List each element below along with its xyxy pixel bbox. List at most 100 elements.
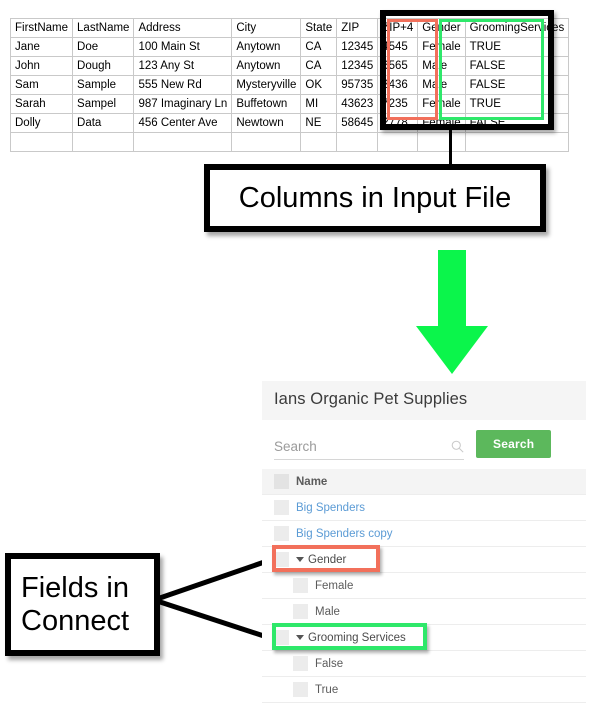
cell-city: Anytown	[231, 37, 302, 57]
cell-zip4: 2436	[377, 75, 419, 95]
cell-zip: 12345	[336, 56, 379, 76]
cell-state: CA	[300, 56, 338, 76]
cell-zip4: 2778	[377, 113, 419, 133]
cell-firstname: Sam	[9, 75, 74, 95]
cell-address: 123 Any St	[133, 56, 233, 76]
cell-address: 555 New Rd	[133, 75, 233, 95]
cell-groomingservices: FALSE	[464, 113, 570, 133]
cell-gender: Female	[417, 37, 466, 57]
row-checkbox[interactable]	[293, 578, 308, 593]
list-item-big-spenders-copy[interactable]: Big Spenders copy	[262, 521, 586, 547]
cell-gender: Male	[417, 56, 466, 76]
list-item-gender[interactable]: Gender	[262, 547, 586, 573]
search-icon	[451, 440, 464, 453]
cell-lastname: Sample	[72, 75, 135, 95]
field-list: Name Big Spenders Big Spenders copy Gend…	[262, 469, 586, 703]
cell-address: 987 Imaginary Ln	[133, 94, 233, 114]
callout-columns-in-input-file: Columns in Input File	[204, 164, 546, 232]
list-item-label[interactable]: Grooming Services	[308, 632, 406, 644]
cell-lastname: Sampel	[72, 94, 135, 114]
input-file-spreadsheet: FirstName LastName Address City State ZI…	[9, 18, 570, 152]
cell-empty	[417, 132, 466, 152]
cell-groomingservices: FALSE	[464, 56, 570, 76]
callout-fields-label-line1: Fields in	[21, 572, 129, 605]
search-field[interactable]	[274, 439, 464, 460]
row-checkbox[interactable]	[274, 500, 289, 515]
table-row: John Dough 123 Any St Anytown CA 12345 6…	[9, 56, 570, 76]
chevron-down-icon[interactable]	[296, 635, 304, 640]
field-list-header-row: Name	[262, 469, 586, 495]
column-header-firstname: FirstName	[9, 18, 74, 38]
callout-columns-label: Columns in Input File	[238, 181, 512, 214]
cell-groomingservices: TRUE	[464, 37, 570, 57]
cell-empty	[133, 132, 233, 152]
table-row: Sarah Sampel 987 Imaginary Ln Buffetown …	[9, 94, 570, 114]
cell-empty	[300, 132, 338, 152]
list-item-grooming-services[interactable]: Grooming Services	[262, 625, 586, 651]
list-item-label[interactable]: True	[315, 684, 338, 696]
list-item-label[interactable]: Male	[315, 606, 340, 618]
down-arrow-icon	[416, 250, 488, 374]
table-header-row: FirstName LastName Address City State ZI…	[9, 18, 570, 38]
cell-empty	[377, 132, 419, 152]
search-button[interactable]: Search	[476, 430, 552, 458]
connect-app-panel: Ians Organic Pet Supplies Search Name Bi…	[262, 381, 586, 703]
row-checkbox[interactable]	[274, 630, 289, 645]
cell-state: MI	[300, 94, 338, 114]
callout-fields-in-connect: Fields in Connect	[5, 553, 160, 656]
cell-firstname: Sarah	[9, 94, 74, 114]
cell-gender: Female	[417, 94, 466, 114]
cell-zip4: 4545	[377, 37, 419, 57]
cell-firstname: John	[9, 56, 74, 76]
cell-empty	[231, 132, 302, 152]
row-checkbox[interactable]	[293, 604, 308, 619]
column-header-city: City	[231, 18, 302, 38]
cell-city: Newtown	[231, 113, 302, 133]
column-header-name: Name	[296, 475, 328, 488]
list-item-label[interactable]: Big Spenders copy	[296, 528, 393, 540]
cell-groomingservices: TRUE	[464, 94, 570, 114]
cell-zip: 95735	[336, 75, 379, 95]
list-item-female[interactable]: Female	[262, 573, 586, 599]
cell-address: 456 Center Ave	[133, 113, 233, 133]
chevron-down-icon[interactable]	[296, 557, 304, 562]
spreadsheet-table: FirstName LastName Address City State ZI…	[9, 18, 570, 152]
column-header-state: State	[300, 18, 338, 38]
table-row: Sam Sample 555 New Rd Mysteryville OK 95…	[9, 75, 570, 95]
list-item-label[interactable]: Female	[315, 580, 353, 592]
cell-state: CA	[300, 37, 338, 57]
cell-empty	[336, 132, 379, 152]
row-checkbox[interactable]	[293, 682, 308, 697]
cell-gender: Female	[417, 113, 466, 133]
callout-fields-label-line2: Connect	[21, 604, 130, 637]
search-input[interactable]	[274, 439, 451, 454]
cell-firstname: Dolly	[9, 113, 74, 133]
row-checkbox[interactable]	[274, 526, 289, 541]
list-item-label[interactable]: False	[315, 658, 343, 670]
column-header-lastname: LastName	[72, 18, 135, 38]
list-item-true[interactable]: True	[262, 677, 586, 703]
cell-zip: 58645	[336, 113, 379, 133]
select-all-checkbox[interactable]	[274, 474, 289, 489]
cell-lastname: Dough	[72, 56, 135, 76]
cell-gender: Male	[417, 75, 466, 95]
list-item-big-spenders[interactable]: Big Spenders	[262, 495, 586, 521]
cell-groomingservices: FALSE	[464, 75, 570, 95]
cell-address: 100 Main St	[133, 37, 233, 57]
cell-city: Anytown	[231, 56, 302, 76]
cell-zip: 12345	[336, 37, 379, 57]
connector-line-table-to-callout	[449, 130, 452, 164]
cell-state: OK	[300, 75, 338, 95]
cell-zip4: 7235	[377, 94, 419, 114]
row-checkbox[interactable]	[293, 656, 308, 671]
list-item-label[interactable]: Gender	[308, 554, 346, 566]
list-item-male[interactable]: Male	[262, 599, 586, 625]
cell-empty	[464, 132, 570, 152]
list-item-label[interactable]: Big Spenders	[296, 502, 365, 514]
page-title: Ians Organic Pet Supplies	[262, 381, 586, 420]
cell-zip: 43623	[336, 94, 379, 114]
cell-empty	[72, 132, 135, 152]
cell-city: Mysteryville	[231, 75, 302, 95]
row-checkbox[interactable]	[274, 552, 289, 567]
list-item-false[interactable]: False	[262, 651, 586, 677]
